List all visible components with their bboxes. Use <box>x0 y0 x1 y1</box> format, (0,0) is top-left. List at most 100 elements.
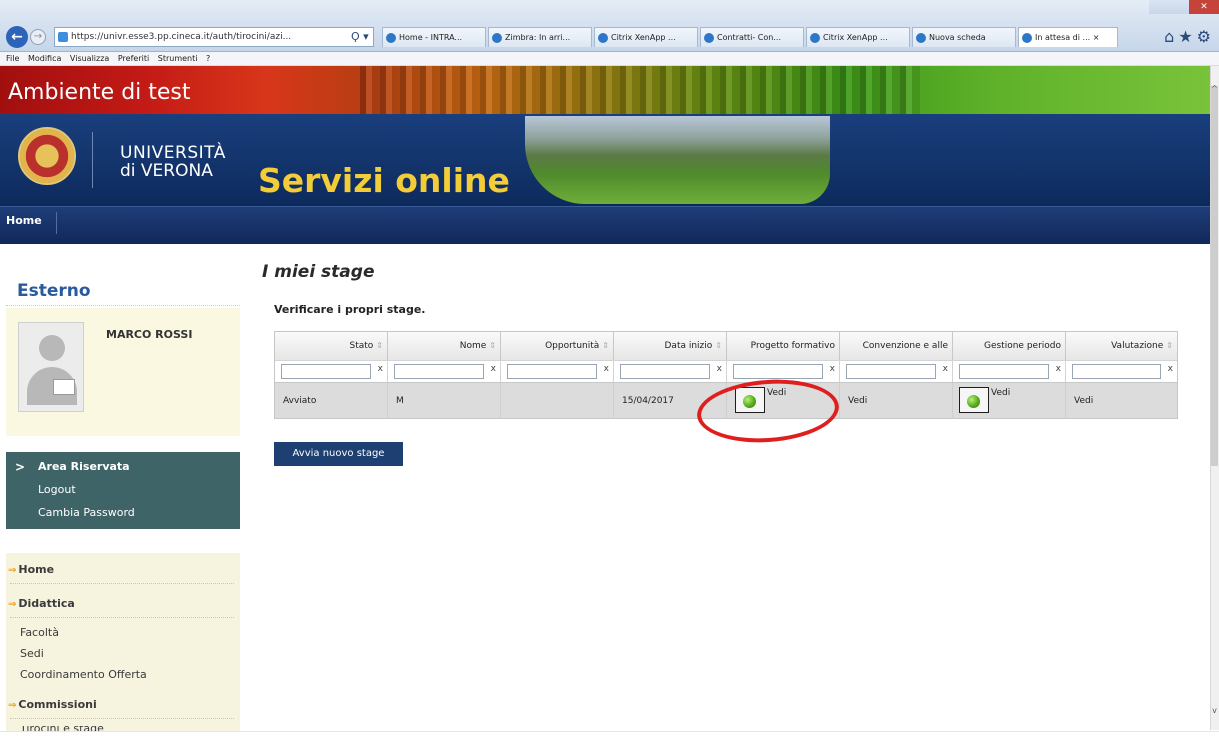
browser-tab[interactable]: Nuova scheda <box>912 27 1016 47</box>
sidebar-divider <box>10 718 234 719</box>
filter-cell: x <box>727 360 840 382</box>
browser-menubar: File Modifica Visualizza Preferiti Strum… <box>0 52 1219 66</box>
clear-filter-button[interactable]: x <box>491 364 496 374</box>
menu-item[interactable]: Modifica <box>28 54 61 63</box>
sort-icon[interactable]: ⇕ <box>489 341 496 350</box>
logout-link[interactable]: Logout <box>38 483 76 496</box>
column-header-data-inizio[interactable]: Data inizio ⇕ <box>614 332 727 360</box>
sidebar-divider <box>6 305 240 306</box>
cell-stato: Avviato <box>275 383 388 419</box>
back-button[interactable]: ← <box>6 26 28 48</box>
column-header-progetto: Progetto formativo <box>727 332 840 360</box>
filter-cell: x <box>614 360 727 382</box>
clear-filter-button[interactable]: x <box>378 364 383 374</box>
avatar-head <box>39 335 65 361</box>
arrow-right-icon: ⇒ <box>8 700 17 711</box>
browser-tab-active[interactable]: In attesa di ... × <box>1018 27 1118 47</box>
university-seal-logo[interactable] <box>18 127 76 185</box>
gear-icon[interactable]: ⚙ <box>1197 27 1215 46</box>
browser-tab[interactable]: Citrix XenApp ... <box>806 27 910 47</box>
column-header-valutazione[interactable]: Valutazione ⇕ <box>1066 332 1177 360</box>
sidebar-item-home[interactable]: ⇒ Home <box>8 563 54 576</box>
sidebar-divider <box>10 617 234 618</box>
menu-item[interactable]: ? <box>206 54 210 63</box>
column-header-opportunita[interactable]: Opportunità ⇕ <box>501 332 614 360</box>
browser-tab[interactable]: Zimbra: In arri... <box>488 27 592 47</box>
home-icon[interactable]: ⌂ <box>1164 27 1178 46</box>
menu-item[interactable]: Preferiti <box>118 54 149 63</box>
clear-filter-button[interactable]: x <box>717 364 722 374</box>
clear-filter-button[interactable]: x <box>1056 364 1061 374</box>
cell-valutazione[interactable]: Vedi <box>1066 383 1177 419</box>
scrollbar-thumb[interactable] <box>1211 86 1218 466</box>
nav-home-link[interactable]: Home <box>6 214 42 227</box>
sort-icon[interactable]: ⇕ <box>1166 341 1173 350</box>
column-header-stato[interactable]: Stato ⇕ <box>275 332 388 360</box>
sidebar-heading: Esterno <box>17 281 91 301</box>
menu-item[interactable]: File <box>6 54 19 63</box>
cell-opportunita <box>501 383 614 419</box>
filter-input-nome[interactable] <box>394 364 484 379</box>
filter-cell: x <box>1066 360 1177 382</box>
menu-item[interactable]: Visualizza <box>70 54 109 63</box>
filter-cell: x <box>275 360 388 382</box>
university-name-line1: UNIVERSITÀ <box>120 143 226 163</box>
column-header-convenzione: Convenzione e alle <box>840 332 953 360</box>
sidebar-item-commissioni[interactable]: ⇒ Commissioni <box>8 698 97 711</box>
close-window-button[interactable]: ✕ <box>1189 0 1219 14</box>
forward-button[interactable]: → <box>30 29 46 45</box>
address-bar-tools[interactable]: Ϙ ▾ 🔒 C <box>351 28 373 46</box>
filter-input-valutazione[interactable] <box>1072 364 1161 379</box>
filter-input-gestione[interactable] <box>959 364 1049 379</box>
browser-toolbar-icons[interactable]: ⌂★⚙ <box>1164 27 1215 46</box>
menu-item[interactable]: Strumenti <box>158 54 198 63</box>
scroll-down-icon[interactable]: v <box>1210 706 1219 715</box>
filter-cell: x <box>840 360 953 382</box>
scroll-up-icon[interactable]: ^ <box>1210 84 1219 93</box>
clear-filter-button[interactable]: x <box>943 364 948 374</box>
sort-icon[interactable]: ⇕ <box>602 341 609 350</box>
arrow-right-icon: ⇒ <box>8 599 17 610</box>
tab-favicon-icon <box>492 33 502 43</box>
avatar <box>18 322 84 412</box>
sort-icon[interactable]: ⇕ <box>376 341 383 350</box>
filter-input-progetto[interactable] <box>733 364 823 379</box>
filter-cell: x <box>501 360 614 382</box>
page-title: I miei stage <box>262 262 375 282</box>
filter-input-stato[interactable] <box>281 364 371 379</box>
address-bar[interactable]: https://univr.esse3.pp.cineca.it/auth/ti… <box>54 27 374 47</box>
filter-cell: x <box>953 360 1066 382</box>
filter-input-convenzione[interactable] <box>846 364 936 379</box>
sidebar-divider <box>10 583 234 584</box>
cell-nome: M A <box>388 383 501 419</box>
campus-photo <box>525 116 830 204</box>
user-name: MARCO ROSSI <box>106 328 193 341</box>
filter-cell: x <box>388 360 501 382</box>
service-title: Servizi online <box>258 161 510 200</box>
gestione-vedi-label[interactable]: Vedi <box>991 388 1010 398</box>
banner-stripes <box>360 66 920 114</box>
area-riservata-link[interactable]: Area Riservata <box>38 460 130 473</box>
top-navbar <box>0 206 1210 244</box>
change-password-link[interactable]: Cambia Password <box>38 506 135 519</box>
clear-filter-button[interactable]: x <box>1168 364 1173 374</box>
sort-icon[interactable]: ⇕ <box>715 341 722 350</box>
sidebar-item-sedi[interactable]: Sedi <box>20 647 44 660</box>
clear-filter-button[interactable]: x <box>604 364 609 374</box>
filter-input-opportunita[interactable] <box>507 364 597 379</box>
browser-tab[interactable]: Home - INTRA... <box>382 27 486 47</box>
star-icon[interactable]: ★ <box>1178 27 1196 46</box>
gestione-vedi-button[interactable] <box>959 387 989 413</box>
start-new-stage-button[interactable]: Avvia nuovo stage <box>274 442 403 466</box>
filter-input-data-inizio[interactable] <box>620 364 710 379</box>
column-header-nome[interactable]: Nome ⇕ <box>388 332 501 360</box>
browser-tab[interactable]: Citrix XenApp ... <box>594 27 698 47</box>
sidebar-item-facolta[interactable]: Facoltà <box>20 626 59 639</box>
test-environment-label: Ambiente di test <box>8 80 191 105</box>
page-subtitle: Verificare i propri stage. <box>274 303 426 316</box>
cell-convenzione[interactable]: Vedi <box>840 383 953 419</box>
browser-tab[interactable]: Contratti- Con... <box>700 27 804 47</box>
clear-filter-button[interactable]: x <box>830 364 835 374</box>
sidebar-item-coordinamento[interactable]: Coordinamento Offerta <box>20 668 147 681</box>
sidebar-item-didattica[interactable]: ⇒ Didattica <box>8 597 75 610</box>
